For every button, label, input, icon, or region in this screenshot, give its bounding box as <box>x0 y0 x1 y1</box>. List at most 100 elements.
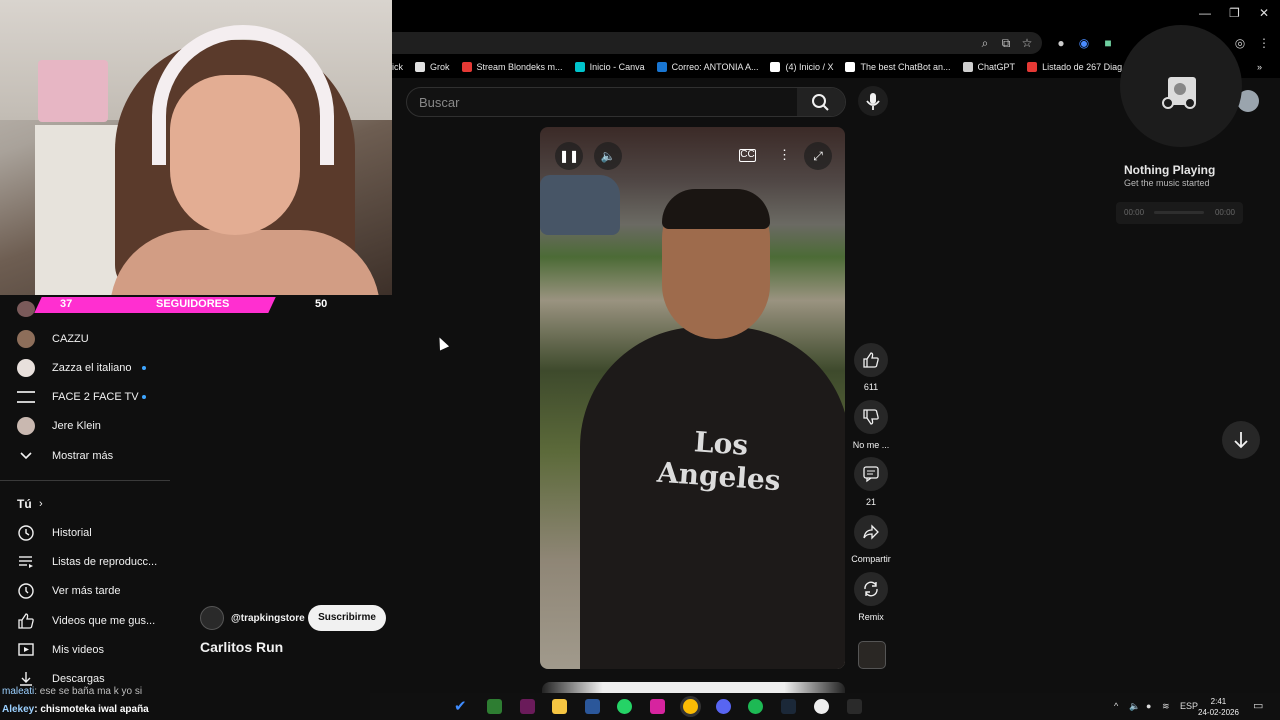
wifi-icon[interactable]: ≋ <box>1162 701 1170 712</box>
bookmark-item[interactable]: ick <box>392 62 403 72</box>
bookmark-label: Grok <box>430 62 450 72</box>
dislike-button[interactable] <box>854 400 888 434</box>
extension-icon[interactable]: ● <box>1053 35 1069 51</box>
music-title: Nothing Playing <box>1124 163 1216 177</box>
file-explorer-icon[interactable] <box>552 699 567 714</box>
captions-icon[interactable]: CC <box>739 149 756 162</box>
thumb-up-icon <box>863 352 879 368</box>
mic-tray-icon[interactable]: ● <box>1146 701 1151 711</box>
goal-target: 50 <box>315 298 328 310</box>
search-box[interactable]: Buscar <box>406 87 846 117</box>
music-time-end: 00:00 <box>1214 208 1235 217</box>
dislike-label: No me ... <box>852 440 890 450</box>
chevron-down-icon <box>20 452 32 460</box>
music-widget-artwork <box>1120 25 1242 147</box>
search-button[interactable] <box>797 88 845 116</box>
bookmark-item[interactable]: The best ChatBot an... <box>845 62 951 72</box>
volume-icon[interactable]: 🔈 <box>1129 701 1140 712</box>
bookmark-item[interactable]: Listado de 267 Diag... <box>1027 62 1130 72</box>
bookmark-favicon-icon <box>962 62 973 72</box>
discord-icon[interactable] <box>716 699 731 714</box>
bookmark-item[interactable]: (4) Inicio / X <box>770 62 833 72</box>
you-section-header[interactable]: Tú › <box>0 491 170 517</box>
more-options-icon[interactable]: ⋮ <box>778 147 791 163</box>
channel-avatar[interactable] <box>200 606 224 630</box>
sidebar-item-label: Ver más tarde <box>52 585 121 597</box>
sidebar-item-zazza[interactable]: Zazza el italiano <box>0 355 170 381</box>
bookmark-label: ChatGPT <box>977 62 1016 72</box>
obs-icon[interactable] <box>814 699 829 714</box>
like-button[interactable] <box>854 343 888 377</box>
channel-handle[interactable]: @trapkingstore <box>231 613 305 624</box>
sidebar-item-playlists[interactable]: Listas de reproducc... <box>0 549 170 575</box>
word-icon[interactable] <box>585 699 600 714</box>
chat-username: Alekey <box>2 704 35 715</box>
shorts-video-player[interactable]: Los Angeles ❚❚ 🔈 CC ⋮ ⤢ <box>540 127 845 669</box>
sidebar-item-jere-klein[interactable]: Jere Klein <box>0 413 170 439</box>
avatar <box>17 359 35 377</box>
sidebar-item-liked-videos[interactable]: Videos que me gus... <box>0 608 170 634</box>
bookmark-item[interactable]: Grok <box>415 62 450 72</box>
bookmark-item[interactable]: Correo: ANTONIA A... <box>656 62 758 72</box>
show-more-button[interactable]: Mostrar más <box>0 443 170 469</box>
next-short-button[interactable] <box>1222 421 1260 459</box>
bookmark-item[interactable]: Inicio - Canva <box>574 62 645 72</box>
sidebar-item-label: Jere Klein <box>52 420 101 432</box>
bookmark-label: (4) Inicio / X <box>785 62 834 72</box>
music-progress: 00:00 00:00 <box>1116 202 1243 224</box>
steam-icon[interactable] <box>781 699 796 714</box>
sidebar-item-cazzu[interactable]: CAZZU <box>0 326 170 352</box>
audio-thumbnail[interactable] <box>858 641 886 669</box>
share-button[interactable] <box>854 515 888 549</box>
bookmark-favicon-icon <box>770 62 781 72</box>
whatsapp-icon[interactable] <box>617 699 632 714</box>
close-icon[interactable]: ✕ <box>1259 6 1269 20</box>
tray-chevron-icon[interactable]: ^ <box>1114 701 1118 711</box>
bookmark-star-icon[interactable]: ☆ <box>1019 35 1035 51</box>
subscribe-button[interactable]: Suscribirme <box>308 605 386 631</box>
language-indicator[interactable]: ESP <box>1180 701 1198 711</box>
bookmark-label: Listado de 267 Diag... <box>1042 62 1130 72</box>
fullscreen-icon[interactable]: ⤢ <box>804 142 832 170</box>
sidebar-item-history[interactable]: Historial <box>0 520 170 546</box>
sidebar-item-my-videos[interactable]: Mis videos <box>0 637 170 663</box>
comments-button[interactable] <box>854 457 888 491</box>
app-icon[interactable] <box>487 699 502 714</box>
clock-icon <box>18 583 34 599</box>
zoom-icon[interactable]: ⌕ <box>977 35 993 51</box>
app-icon[interactable] <box>520 699 535 714</box>
chrome-icon[interactable] <box>683 699 698 714</box>
bookmark-favicon-icon <box>574 62 585 72</box>
remix-button[interactable] <box>854 572 888 606</box>
stream-chat-overlay: maleati: ese se baña ma k yo si Alekey: … <box>0 686 370 720</box>
spotify-icon[interactable] <box>748 699 763 714</box>
music-note-icon <box>1162 77 1196 109</box>
sidebar-item-face2face[interactable]: FACE 2 FACE TV <box>0 384 170 410</box>
minimize-icon[interactable]: — <box>1199 6 1211 20</box>
chat-message: Alekey: chismoteka iwal apaña <box>2 704 149 715</box>
instagram-icon[interactable] <box>650 699 665 714</box>
pause-button[interactable]: ❚❚ <box>555 142 583 170</box>
voice-search-button[interactable] <box>858 86 888 116</box>
bookmark-item[interactable]: ChatGPT <box>962 62 1016 72</box>
music-progress-track <box>1154 211 1204 214</box>
menu-icon[interactable]: ⋮ <box>1256 35 1272 51</box>
extension-icon[interactable]: ◉ <box>1076 35 1092 51</box>
url-field[interactable] <box>392 32 1042 54</box>
notification-icon[interactable]: ▭ <box>1253 699 1263 712</box>
restore-icon[interactable]: ❐ <box>1229 6 1240 20</box>
epic-games-icon[interactable] <box>847 699 862 714</box>
search-input[interactable]: Buscar <box>419 95 459 110</box>
taskbar-clock[interactable]: 2:41 24-02-2026 <box>1198 696 1239 718</box>
extension-icon[interactable]: ■ <box>1100 35 1116 51</box>
sidebar-item-watch-later[interactable]: Ver más tarde <box>0 578 170 604</box>
avatar <box>17 330 35 348</box>
install-app-icon[interactable]: ⧉ <box>998 35 1014 51</box>
todo-icon[interactable]: ✔ <box>454 697 469 715</box>
bookmark-item[interactable]: Stream Blondeks m... <box>461 62 563 72</box>
chat-text: : ese se baña ma k yo si <box>34 686 143 697</box>
next-video-peek[interactable] <box>542 682 845 693</box>
volume-button[interactable]: 🔈 <box>594 142 622 170</box>
more-bookmarks-icon[interactable]: » <box>1257 62 1280 72</box>
share-label: Compartir <box>851 554 891 564</box>
